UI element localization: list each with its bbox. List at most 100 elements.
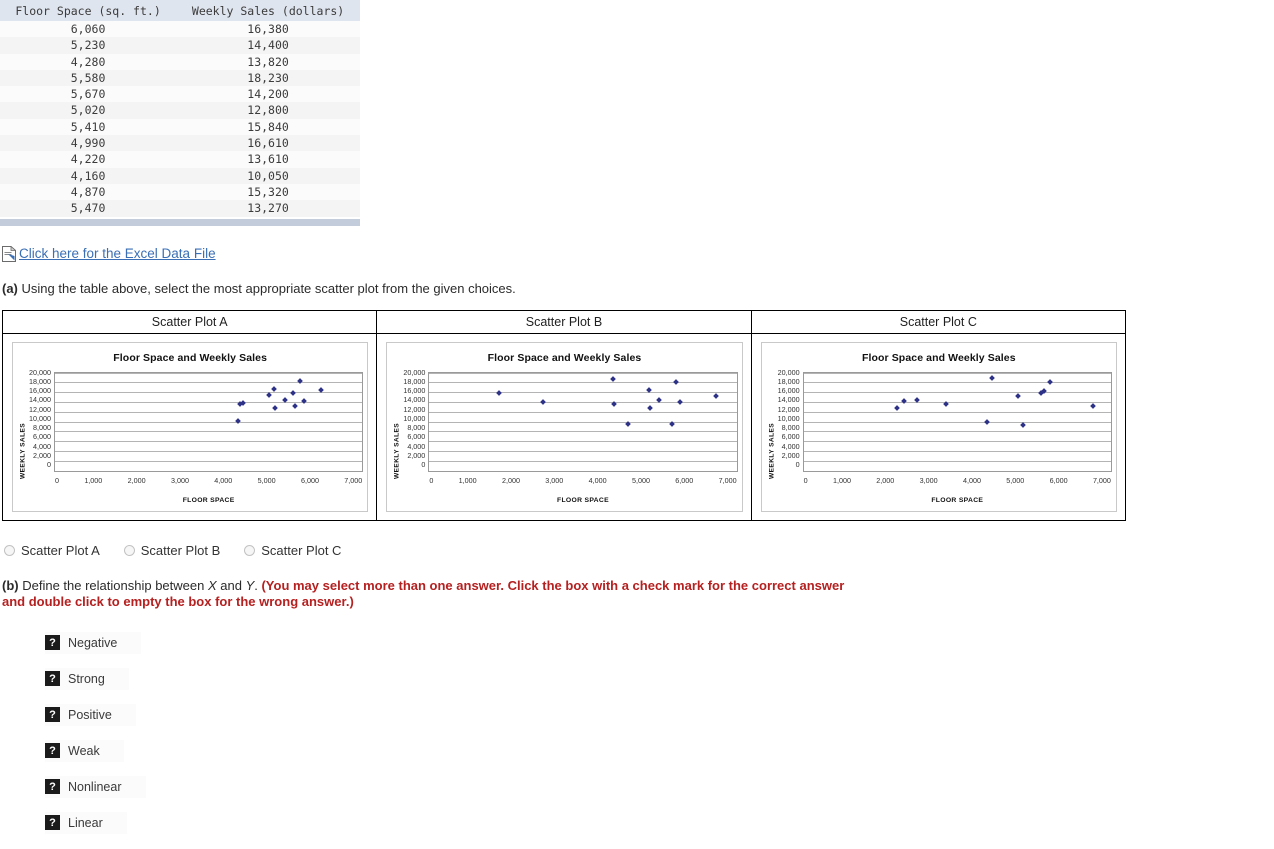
x-axis-ticks-c: 0 1,000 2,000 3,000 4,000 5,000 6,000 7,000 <box>803 472 1112 485</box>
column-header-weekly-sales: Weekly Sales (dollars) <box>176 0 360 21</box>
question-mark-checkbox-icon[interactable]: ? <box>45 815 60 831</box>
gridline <box>803 460 1111 462</box>
table-row: 4,160 10,050 <box>0 167 360 184</box>
question-b-body-1: Define the relationship between <box>18 577 208 593</box>
x-tick-label: 0 <box>54 475 59 485</box>
gridline <box>429 460 737 462</box>
y-tick-label: 18,000 <box>29 376 51 386</box>
chart-title-b: Floor Space and Weekly Sales <box>487 351 642 364</box>
relationship-options-list[interactable]: ? Negative ? Strong ? Positive ? Weak ? Nonlinear… <box>45 631 1274 834</box>
y-tick-label: 2,000 <box>32 450 51 460</box>
data-point <box>676 399 683 405</box>
x-tick-label: 5,000 <box>631 475 650 485</box>
y-tick-label: 12,000 <box>403 404 426 414</box>
y-tick-label: 14,000 <box>29 395 51 405</box>
scatter-plot-header-a: Scatter Plot A <box>3 310 377 334</box>
question-mark-checkbox-icon[interactable]: ? <box>45 707 60 723</box>
data-point <box>624 421 631 427</box>
table-row: 4,220 13,610 <box>0 151 360 168</box>
relationship-option-linear[interactable]: ? Linear <box>45 811 127 834</box>
x-tick-label: 7,000 <box>344 475 363 485</box>
data-point <box>900 398 907 405</box>
y-tick-label: 20,000 <box>29 367 51 377</box>
data-point <box>292 402 298 409</box>
y-tick-label: 16,000 <box>29 385 51 395</box>
relationship-option-strong[interactable]: ? Strong <box>45 667 129 690</box>
scatter-plot-header-c: Scatter Plot C <box>751 310 1125 334</box>
radio-option-b[interactable]: Scatter Plot B <box>123 542 221 558</box>
x-tick-label: 1,000 <box>458 475 477 485</box>
question-mark-checkbox-icon[interactable]: ? <box>45 743 60 759</box>
gridline <box>55 471 362 472</box>
y-tick-label: 12,000 <box>29 404 51 414</box>
question-a-text: (a) Using the table above, select the mo… <box>2 281 1274 296</box>
gridline <box>429 411 737 413</box>
x-tick-label: 3,000 <box>919 475 938 485</box>
table-row: 4,870 15,320 <box>0 183 360 201</box>
cell-floor-space: 4,160 <box>70 168 106 183</box>
y-tick-label: 0 <box>46 459 51 469</box>
cell-weekly-sales: 16,610 <box>247 136 289 151</box>
question-b-body-2: and <box>216 577 246 593</box>
gridline <box>54 392 363 394</box>
data-point <box>1015 392 1021 399</box>
radio-option-a[interactable]: Scatter Plot A <box>4 543 100 558</box>
radio-option-c[interactable]: Scatter Plot C <box>244 543 341 558</box>
gridline <box>54 431 363 433</box>
gridline <box>803 401 1111 403</box>
relationship-option-weak[interactable]: ? Weak <box>45 739 124 762</box>
x-axis-label-c: FLOOR SPACE <box>931 496 984 504</box>
relationship-option-negative[interactable]: ? Negative <box>45 631 142 654</box>
x-tick-label: 2,000 <box>501 475 520 485</box>
cell-floor-space: 5,020 <box>70 103 106 118</box>
data-point <box>610 401 617 408</box>
gridline <box>429 392 737 394</box>
data-point <box>712 392 719 399</box>
scatter-plot-body-b: Floor Space and Weekly Sales WEEKLY SALES… <box>377 333 751 520</box>
cell-weekly-sales: 15,840 <box>247 119 289 134</box>
relationship-option-positive[interactable]: ? Positive <box>45 703 136 726</box>
table-row: 5,580 18,230 <box>0 69 360 87</box>
x-tick-label: 4,000 <box>214 475 233 485</box>
y-axis-ticks-a: 20,000 18,000 16,000 14,000 12,000 10,000 8,00… <box>29 368 54 492</box>
data-point <box>989 375 996 381</box>
cell-weekly-sales: 16,380 <box>247 22 289 36</box>
table-row: 4,990 16,610 <box>0 135 360 152</box>
radio-option-label: Scatter Plot C <box>261 542 342 558</box>
gridline <box>54 401 363 403</box>
scatter-plot-radio-group[interactable]: Scatter Plot A Scatter Plot B Scatter Plot… <box>4 543 1274 558</box>
scatter-plot-cell-b: Scatter Plot B Floor Space and Weekly Sal… <box>377 310 752 520</box>
gridline <box>54 421 363 423</box>
x-tick-label: 6,000 <box>675 475 694 485</box>
cell-floor-space: 6,060 <box>70 22 106 36</box>
gridline <box>803 421 1111 423</box>
data-point <box>673 379 679 385</box>
y-axis-label-a: WEEKLY SALES <box>19 422 27 479</box>
radio-button-icon[interactable] <box>123 544 135 556</box>
y-tick-label: 4,000 <box>407 441 426 451</box>
radio-button-icon[interactable] <box>244 544 256 556</box>
excel-data-file-link-row[interactable]: Click here for the Excel Data File <box>2 245 1274 262</box>
gridline <box>54 441 363 443</box>
question-mark-checkbox-icon[interactable]: ? <box>45 779 60 795</box>
data-point <box>495 389 502 396</box>
scatter-plot-cell-c: Scatter Plot C Floor Space and Weekly Sal… <box>751 310 1125 520</box>
data-point <box>1020 422 1027 429</box>
x-tick-label: 2,000 <box>127 475 146 485</box>
gridline <box>54 460 363 462</box>
table-row: 5,410 15,840 <box>0 118 360 136</box>
cell-floor-space: 5,580 <box>70 70 106 85</box>
x-tick-label: 5,000 <box>1006 475 1025 485</box>
relationship-option-nonlinear[interactable]: ? Nonlinear <box>45 775 146 798</box>
plot-right-b: 0 1,000 2,000 3,000 4,000 5,000 6,000 7,000 FLOO… <box>428 371 738 507</box>
gridline <box>429 401 737 403</box>
data-point <box>893 404 900 411</box>
floor-space-sales-table-container: Floor Space (sq. ft.) Weekly Sales (doll… <box>0 0 360 226</box>
excel-data-file-link-text[interactable]: Click here for the Excel Data File <box>19 246 216 261</box>
x-tick-label: 1,000 <box>832 475 851 485</box>
radio-option-label: Scatter Plot B <box>140 542 221 558</box>
question-mark-checkbox-icon[interactable]: ? <box>45 635 60 651</box>
x-tick-label: 0 <box>803 475 808 485</box>
radio-button-icon[interactable] <box>4 544 15 556</box>
question-mark-checkbox-icon[interactable]: ? <box>45 671 60 687</box>
